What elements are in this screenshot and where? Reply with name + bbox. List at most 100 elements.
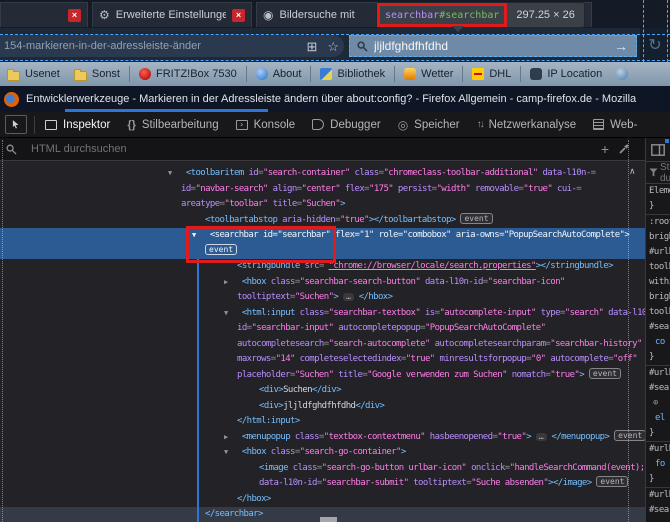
devtools-tab-netzwerkanalyse[interactable]: ↑↓Netzwerkanalyse bbox=[477, 119, 577, 131]
expand-twisty-icon[interactable]: ▼ bbox=[168, 166, 181, 182]
rule-line[interactable]: #sear bbox=[646, 320, 670, 335]
rule-line[interactable]: brigh bbox=[646, 290, 670, 305]
markup-attribute-name: id bbox=[237, 323, 247, 333]
event-badge[interactable]: event bbox=[614, 430, 645, 441]
rule-line[interactable]: brigh bbox=[646, 230, 670, 245]
bookmark-item[interactable]: Bibliothek bbox=[313, 68, 392, 80]
add-node-button[interactable]: + bbox=[601, 142, 609, 156]
expand-twisty-icon[interactable]: ▼ bbox=[224, 306, 237, 322]
rules-filter-row[interactable]: Stile durchsuchen bbox=[646, 162, 670, 184]
markup-line[interactable]: ▼ <toolbaritem id="search-container" cla… bbox=[0, 166, 645, 182]
search-go-arrow-icon[interactable]: → bbox=[614, 38, 628, 54]
bookmark-item[interactable]: Usenet bbox=[0, 68, 67, 81]
node-picker-button[interactable] bbox=[5, 115, 27, 134]
markup-line[interactable]: placeholder="Suchen" title="Google verwe… bbox=[0, 368, 645, 384]
devtools-tab-stilbearbeitung[interactable]: {}Stilbearbeitung bbox=[127, 119, 218, 131]
markup-attribute-name: title bbox=[338, 370, 362, 380]
markup-line[interactable]: ▶ <menupopup class="textbox-contextmenu"… bbox=[0, 430, 645, 446]
bookmarks-separator bbox=[520, 66, 521, 82]
tab-close-icon[interactable]: × bbox=[232, 9, 245, 22]
tab-close-icon[interactable]: × bbox=[68, 9, 81, 22]
bookmark-label: Sonst bbox=[92, 68, 120, 80]
markup-search-input[interactable]: HTML durchsuchen bbox=[31, 143, 601, 155]
markup-tag: > bbox=[333, 292, 338, 302]
translate-icon[interactable]: ⊞ bbox=[306, 40, 317, 53]
reload-icon[interactable]: ↻ bbox=[648, 35, 661, 55]
markup-attribute-name: id bbox=[248, 168, 258, 178]
url-bar[interactable]: 154-markieren-in-der-adressleiste-änder … bbox=[0, 35, 344, 57]
markup-line[interactable]: ▶ <hbox class="searchbar-search-button" … bbox=[0, 275, 645, 291]
event-badge[interactable]: event bbox=[596, 476, 628, 487]
markup-line[interactable]: ▼ <hbox class="search-go-container"> bbox=[0, 445, 645, 461]
markup-line[interactable]: </hbox> bbox=[0, 492, 645, 508]
markup-line[interactable]: tooltiptext="Suchen"> … </hbox> bbox=[0, 290, 645, 306]
devtools-tab-web[interactable]: Web- bbox=[593, 119, 637, 131]
event-badge[interactable]: event bbox=[589, 368, 621, 379]
bookmark-item[interactable]: DHL bbox=[465, 68, 518, 80]
bookmark-item[interactable] bbox=[609, 68, 640, 80]
devtools-tab-speicher[interactable]: ◎Speicher bbox=[398, 118, 460, 132]
browser-tab[interactable]: × bbox=[0, 2, 88, 27]
memory-icon: ◎ bbox=[398, 118, 408, 132]
rule-line[interactable]: #urlb bbox=[646, 245, 670, 260]
markup-line[interactable]: ▼ <html:input class="searchbar-textbox" … bbox=[0, 306, 645, 322]
markup-attribute-name: class bbox=[271, 447, 295, 457]
markup-attribute-link[interactable]: "chrome://browser/locale/search.properti… bbox=[329, 261, 536, 271]
rule-line[interactable]: #urlb bbox=[646, 365, 670, 381]
rule-line[interactable]: withi bbox=[646, 275, 670, 290]
rule-line[interactable]: Eleme bbox=[646, 184, 670, 199]
markup-line[interactable]: <div>Suchen</div> bbox=[0, 383, 645, 399]
markup-line[interactable]: <image class="search-go-button urlbar-ic… bbox=[0, 461, 645, 477]
rule-line[interactable]: co bbox=[646, 335, 670, 350]
markup-line[interactable]: id="searchbar-input" autocompletepopup="… bbox=[0, 321, 645, 337]
rule-line[interactable]: #sear bbox=[646, 503, 670, 518]
expand-twisty-icon[interactable]: ▶ bbox=[224, 430, 237, 446]
guide-vertical-left bbox=[643, 0, 644, 62]
markup-line[interactable]: id="navbar-search" align="center" flex="… bbox=[0, 182, 645, 198]
markup-attribute-value: "search-go-button urlbar-icon" bbox=[322, 463, 467, 473]
rule-line[interactable]: } bbox=[646, 199, 670, 214]
markup-line[interactable]: <div>jljldfghdfhfdhd</div> bbox=[0, 399, 645, 415]
markup-line[interactable]: areatype="toolbar" title="Suchen"> bbox=[0, 197, 645, 213]
bookmark-item[interactable]: FRITZ!Box 7530 bbox=[132, 68, 244, 80]
rule-line[interactable]: } bbox=[646, 426, 670, 441]
markup-line[interactable]: data-l10n-id="searchbar-submit" tooltipt… bbox=[0, 476, 645, 492]
rule-line[interactable]: toolb bbox=[646, 260, 670, 275]
devtools-tab-debugger[interactable]: Debugger bbox=[312, 119, 381, 131]
rule-crosshair-icon[interactable]: ⊕ bbox=[646, 396, 670, 411]
browser-tab[interactable]: ⚙Erweiterte Einstellunger× bbox=[92, 2, 252, 27]
markup-line[interactable]: maxrows="14" completeselectedindex="true… bbox=[0, 352, 645, 368]
rule-line[interactable]: el bbox=[646, 411, 670, 426]
horizontal-scrollbar-thumb[interactable] bbox=[320, 517, 337, 522]
markup-attribute-name: id bbox=[181, 184, 191, 194]
rule-line[interactable]: #urlb bbox=[646, 441, 670, 457]
rule-line[interactable]: } bbox=[646, 472, 670, 487]
devtools-tab-inspektor[interactable]: Inspektor bbox=[45, 119, 110, 131]
devtools-tab-konsole[interactable]: ›Konsole bbox=[236, 119, 296, 131]
guide-horizontal-top bbox=[0, 34, 670, 35]
collapsed-ellipsis[interactable]: … bbox=[343, 293, 354, 301]
browser-search-field[interactable]: jljldfghdfhfdhd → bbox=[349, 35, 637, 57]
rule-line[interactable]: #urlb bbox=[646, 487, 670, 503]
bookmark-item[interactable]: About bbox=[249, 68, 309, 80]
rule-line[interactable]: fo bbox=[646, 457, 670, 472]
markup-attribute-value: "1" bbox=[359, 230, 373, 240]
highlighter-tooltip-pointer bbox=[452, 26, 464, 38]
bookmark-item[interactable]: IP Location bbox=[523, 68, 609, 80]
sidebar-toggle-icon[interactable] bbox=[651, 144, 665, 156]
bookmark-star-icon[interactable]: ☆ bbox=[327, 40, 339, 53]
scroll-up-icon[interactable]: ∧ bbox=[629, 167, 636, 177]
rule-line[interactable]: toolb bbox=[646, 305, 670, 320]
expand-twisty-icon[interactable]: ▶ bbox=[224, 275, 237, 291]
event-badge[interactable]: event bbox=[460, 213, 492, 224]
markup-attribute-name: minresultsforpopup bbox=[439, 354, 526, 364]
markup-line[interactable]: autocompletesearch="search-autocomplete"… bbox=[0, 337, 645, 353]
rule-line[interactable]: :root bbox=[646, 214, 670, 230]
expand-twisty-icon[interactable]: ▼ bbox=[224, 445, 237, 461]
bookmark-item[interactable]: Sonst bbox=[67, 68, 127, 81]
markup-line[interactable]: </html:input> bbox=[0, 414, 645, 430]
rule-line[interactable]: } bbox=[646, 350, 670, 365]
rule-line[interactable]: #sear bbox=[646, 381, 670, 396]
collapsed-ellipsis[interactable]: … bbox=[536, 433, 547, 441]
bookmark-item[interactable]: Wetter bbox=[397, 68, 460, 80]
